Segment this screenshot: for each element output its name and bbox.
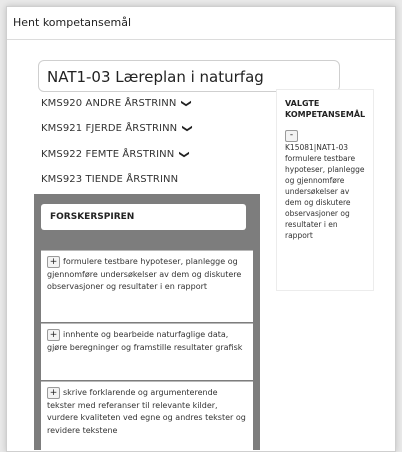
level-label: KMS922 FEMTE ÅRSTRINN <box>41 149 175 160</box>
goal-text: skrive forklarende og argumenterende tek… <box>47 388 246 435</box>
level-item-andre[interactable]: KMS920 ANDRE ÅRSTRINN ❯ <box>41 98 192 109</box>
chevron-down-icon: ❯ <box>178 150 190 159</box>
panel-heading: FORSKERSPIREN <box>41 204 246 230</box>
chevron-down-icon: ❯ <box>181 124 193 133</box>
selected-goals-panel: VALGTE KOMPETANSEMÅL - K15081|NAT1-03 fo… <box>276 89 374 291</box>
add-goal-button[interactable]: + <box>47 387 60 399</box>
level-label: KMS921 FJERDE ÅRSTRINN <box>41 123 178 134</box>
curriculum-field[interactable]: NAT1-03 Læreplan i naturfag <box>38 60 340 92</box>
level-item-fjerde[interactable]: KMS921 FJERDE ÅRSTRINN ❯ <box>41 123 193 134</box>
goals-panel: FORSKERSPIREN + formulere testbare hypote… <box>34 194 260 450</box>
goal-item: + formulere testbare hypoteser, planlegge… <box>41 250 253 322</box>
goal-text: innhente og bearbeide naturfaglige data,… <box>47 330 243 352</box>
add-goal-button[interactable]: + <box>47 329 60 341</box>
chevron-down-icon: ❯ <box>180 99 192 108</box>
dialog-title: Hent kompetansemål <box>7 7 395 40</box>
goal-text: formulere testbare hypoteser, planlegge … <box>47 257 242 291</box>
level-label: KMS920 ANDRE ÅRSTRINN <box>41 98 177 109</box>
selected-goal-text: K15081|NAT1-03 formulere testbare hypote… <box>285 143 365 240</box>
selected-goals-title: VALGTE KOMPETANSEMÅL <box>285 99 366 119</box>
goal-item: + skrive forklarende og argumenterende te… <box>41 381 253 450</box>
level-item-tiende[interactable]: KMS923 TIENDE ÅRSTRINN <box>41 174 178 185</box>
remove-goal-button[interactable]: - <box>285 130 298 142</box>
goal-item: + innhente og bearbeide naturfaglige data… <box>41 323 253 380</box>
level-item-femte[interactable]: KMS922 FEMTE ÅRSTRINN ❯ <box>41 149 190 160</box>
add-goal-button[interactable]: + <box>47 256 60 268</box>
level-label: KMS923 TIENDE ÅRSTRINN <box>41 174 179 185</box>
